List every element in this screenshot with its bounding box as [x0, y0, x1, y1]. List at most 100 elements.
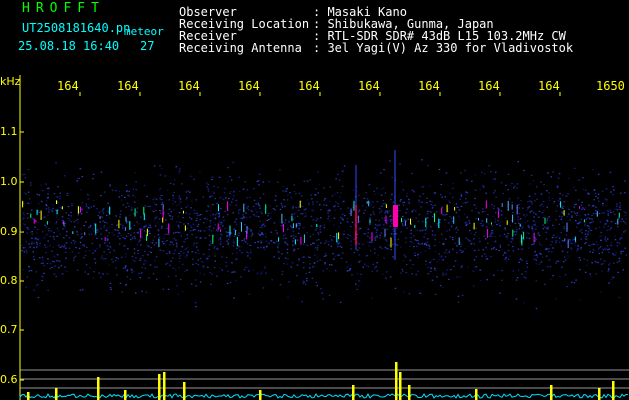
amplitude-peak	[612, 381, 615, 400]
signal-streak	[596, 211, 598, 217]
info-label-antenna: Receiving Antenna	[179, 41, 302, 55]
signal-streak	[140, 229, 142, 239]
signal-streak	[338, 232, 340, 239]
signal-streak	[516, 204, 518, 215]
signal-streak	[618, 212, 620, 218]
signal-streak	[519, 223, 521, 227]
signal-streak	[99, 216, 101, 219]
signal-streak	[564, 238, 566, 241]
x-tick: 164	[538, 79, 560, 93]
signal-streak	[56, 200, 57, 204]
signal-streak	[56, 209, 58, 215]
x-tick: 164	[418, 79, 440, 93]
signal-streak	[77, 206, 79, 214]
signal-streak	[134, 208, 136, 217]
signal-streak	[336, 232, 338, 243]
signal-streak	[35, 219, 37, 223]
signal-streak	[61, 206, 63, 210]
signal-streak	[183, 210, 184, 214]
signal-streak	[72, 231, 74, 234]
signal-streak	[229, 225, 231, 235]
signal-streak	[129, 221, 131, 230]
signal-streak	[281, 213, 283, 224]
signal-streak	[390, 237, 392, 248]
amplitude-peak	[97, 377, 100, 400]
x-tick: 164	[238, 79, 260, 93]
signal-streak	[511, 204, 513, 210]
signal-streak	[30, 213, 32, 218]
signal-streak	[294, 239, 296, 245]
y-tick: 0.7	[0, 323, 18, 336]
x-tick: 164	[478, 79, 500, 93]
amplitude-peak	[158, 374, 161, 400]
signal-streak	[497, 210, 499, 218]
signal-streak	[544, 217, 546, 224]
signal-streak	[371, 232, 373, 241]
signal-streak	[316, 224, 318, 227]
signal-streak	[265, 204, 267, 214]
signal-streak	[63, 221, 65, 226]
signal-streak	[486, 218, 488, 223]
signal-streak	[212, 234, 214, 244]
signal-streak	[563, 210, 565, 216]
signal-streak	[125, 216, 127, 222]
amplitude-trace	[19, 393, 628, 399]
y-unit-label: kHz	[0, 75, 21, 88]
signal-streak	[220, 229, 222, 232]
signal-streak	[234, 229, 236, 235]
signal-streak	[617, 218, 619, 225]
noise-band	[21, 159, 628, 310]
signal-streak	[124, 227, 126, 231]
signal-streak	[218, 204, 219, 212]
signal-streak	[487, 228, 489, 238]
y-tick: 0.6	[0, 373, 18, 386]
meteor-head	[393, 205, 398, 227]
signal-streak	[385, 204, 387, 208]
signal-streak	[574, 237, 576, 241]
x-tick: 164	[117, 79, 139, 93]
signal-streak	[95, 223, 97, 234]
amplitude-peak	[475, 389, 478, 400]
signal-streak	[80, 206, 81, 213]
signal-streak	[146, 234, 148, 241]
signal-streak	[369, 219, 371, 224]
signal-streak	[501, 203, 503, 207]
signal-streak	[168, 223, 170, 234]
amplitude-peak	[27, 392, 30, 400]
signal-streak	[366, 201, 368, 204]
signal-streak	[485, 200, 487, 209]
signal-streak	[453, 216, 455, 224]
signal-streak	[243, 203, 245, 213]
signal-streak	[507, 200, 509, 211]
x-tick: 164	[298, 79, 320, 93]
signal-streak	[458, 237, 460, 245]
file-count: 27	[140, 39, 155, 53]
signal-streak	[246, 226, 248, 234]
signal-streak	[143, 213, 145, 221]
amplitude-peak	[408, 385, 411, 400]
signal-streak	[567, 239, 569, 249]
signal-streak	[278, 237, 280, 242]
signal-streak	[441, 207, 443, 214]
amplitude-peak	[352, 385, 355, 400]
signal-streak	[454, 207, 456, 211]
signal-streak	[353, 200, 355, 211]
signal-streak	[533, 232, 535, 243]
x-tick: 164	[57, 79, 79, 93]
signal-streak	[291, 215, 293, 222]
signal-streak	[217, 223, 219, 231]
signal-streak	[84, 232, 86, 236]
signal-streak	[404, 221, 406, 226]
signal-streak	[434, 213, 435, 223]
signal-streak	[158, 238, 160, 248]
signal-streak	[512, 229, 514, 237]
signal-streak	[401, 217, 402, 223]
signal-streak	[523, 232, 525, 240]
signal-streak	[385, 215, 387, 224]
signal-streak	[410, 218, 411, 225]
x-tick: 1650	[596, 79, 625, 93]
y-tick: 1.1	[0, 125, 18, 138]
y-tick: 1.0	[0, 175, 18, 188]
amplitude-peak	[259, 390, 262, 400]
signal-streak	[236, 236, 238, 247]
